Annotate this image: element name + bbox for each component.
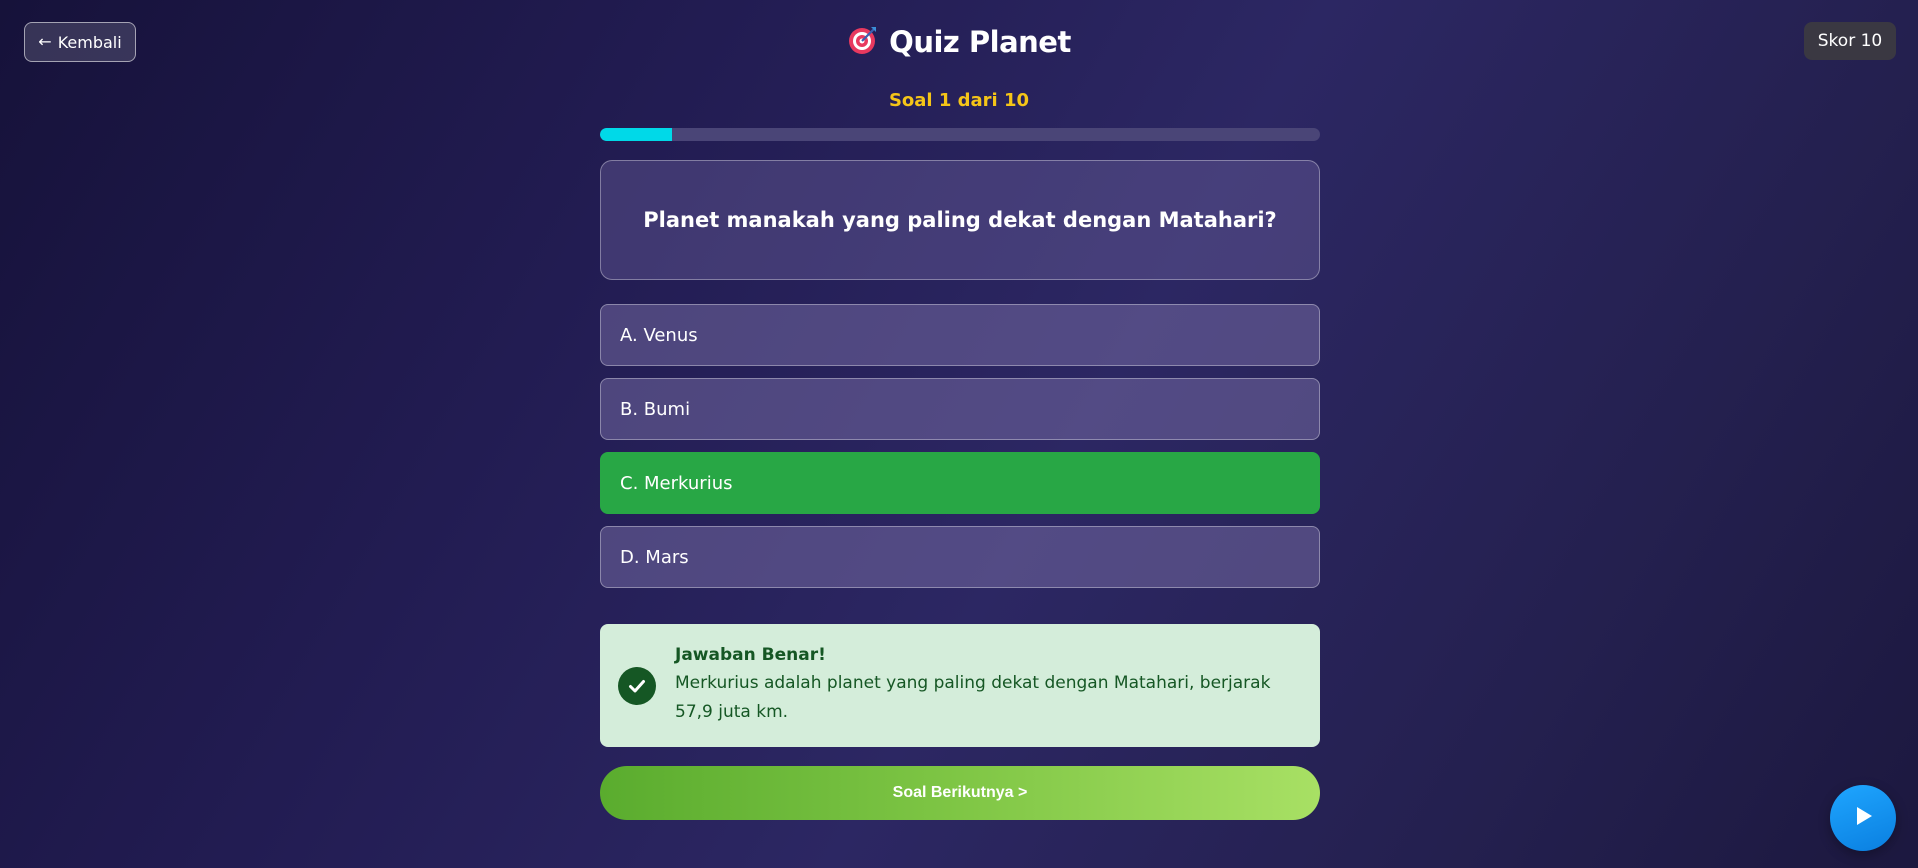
app-header: Quiz Planet (0, 18, 1918, 66)
option-d[interactable]: D. Mars (600, 526, 1320, 588)
target-icon (847, 24, 879, 60)
feedback-body: Merkurius adalah planet yang paling deka… (675, 672, 1271, 722)
question-card: Planet manakah yang paling dekat dengan … (600, 160, 1320, 280)
question-counter: Soal 1 dari 10 (888, 90, 1030, 111)
feedback-title: Jawaban Benar! (675, 644, 826, 665)
option-b[interactable]: B. Bumi (600, 378, 1320, 440)
option-c[interactable]: C. Merkurius (600, 452, 1320, 514)
play-icon (1850, 803, 1876, 833)
answer-options: A. Venus B. Bumi C. Merkurius D. Mars (600, 304, 1320, 600)
progress-fill (600, 128, 672, 141)
progress-bar (600, 128, 1320, 141)
page-title: Quiz Planet (889, 25, 1071, 59)
next-question-button[interactable]: Soal Berikutnya > (600, 766, 1320, 820)
check-circle-icon (618, 666, 656, 705)
play-button[interactable] (1830, 785, 1896, 851)
score-badge: Skor 10 (1804, 22, 1896, 60)
feedback-panel: Jawaban Benar! Merkurius adalah planet y… (600, 624, 1320, 747)
option-a[interactable]: A. Venus (600, 304, 1320, 366)
